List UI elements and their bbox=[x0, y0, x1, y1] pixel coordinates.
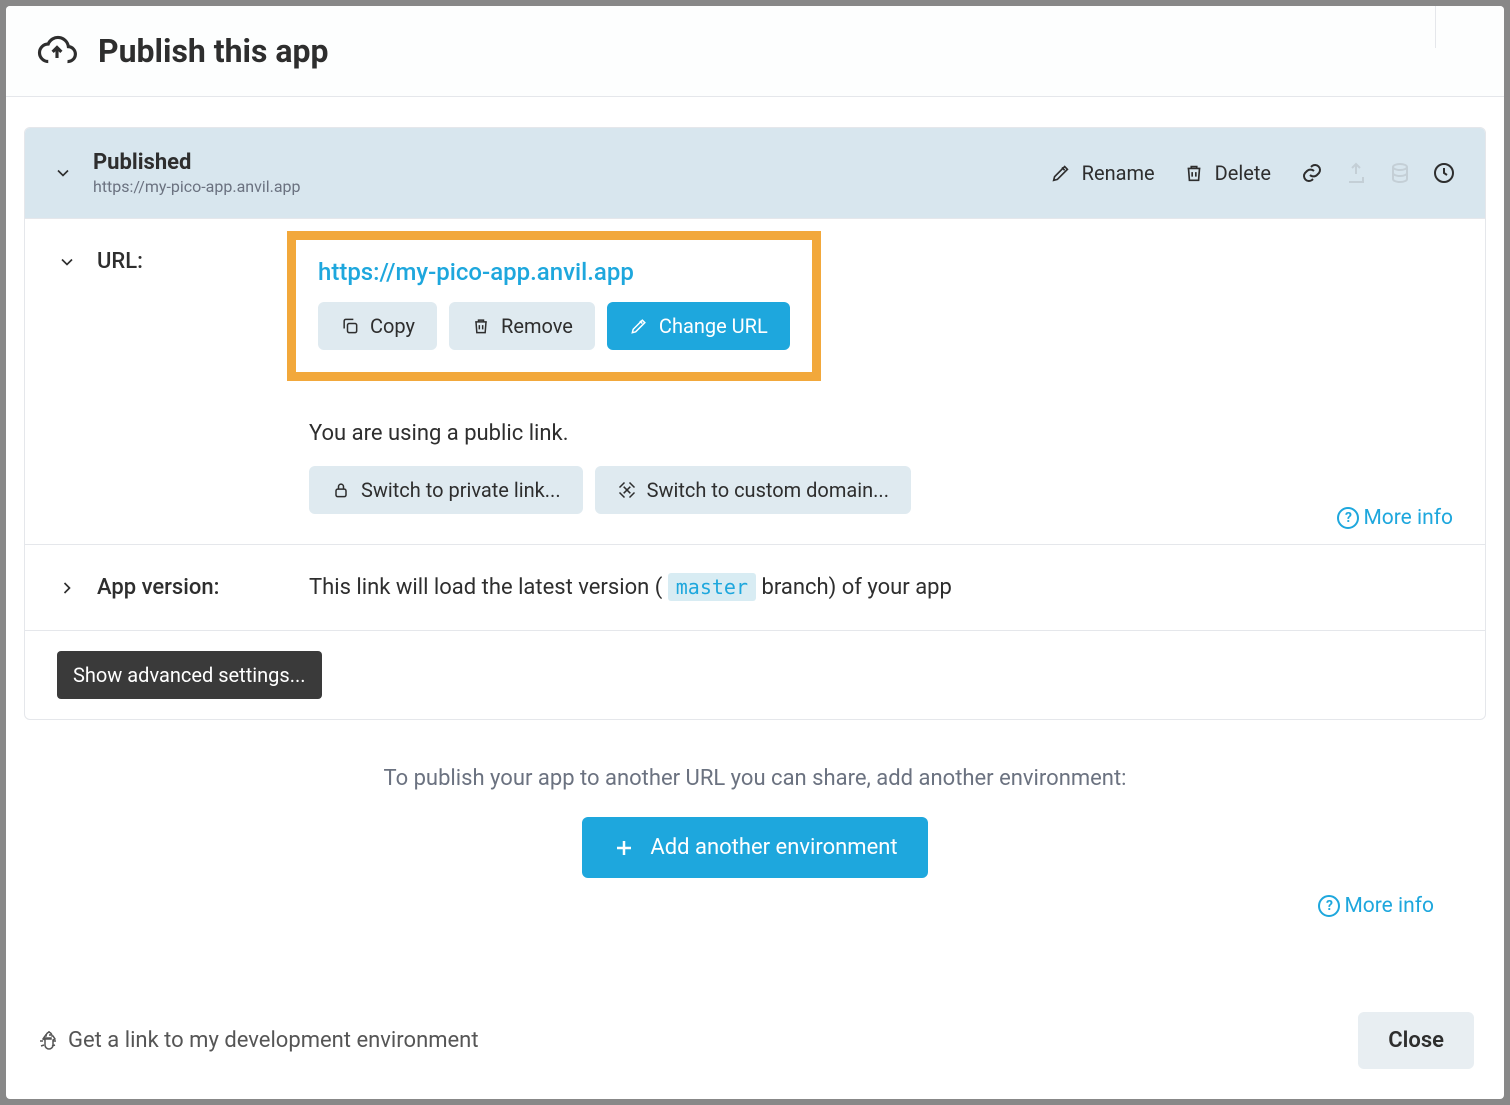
remove-button[interactable]: Remove bbox=[449, 302, 595, 350]
env-actions: Rename Delete bbox=[1050, 160, 1457, 186]
env-icon-row bbox=[1299, 160, 1457, 186]
environment-panel: Published https://my-pico-app.anvil.app … bbox=[24, 127, 1486, 720]
modal-title: Publish this app bbox=[98, 32, 329, 70]
version-label: App version: bbox=[97, 575, 219, 600]
modal-body: Published https://my-pico-app.anvil.app … bbox=[6, 97, 1504, 990]
version-pre: This link will load the latest version ( bbox=[309, 575, 662, 600]
question-icon: ? bbox=[1337, 507, 1359, 529]
modal-footer: Get a link to my development environment… bbox=[6, 990, 1504, 1099]
link-icon[interactable] bbox=[1299, 160, 1325, 186]
delete-label: Delete bbox=[1215, 161, 1271, 185]
version-text: This link will load the latest version (… bbox=[309, 575, 952, 600]
dev-link-label: Get a link to my development environment bbox=[68, 1028, 479, 1053]
url-section: URL: https://my-pico-app.anvil.app Copy bbox=[25, 218, 1485, 544]
database-icon bbox=[1387, 160, 1413, 186]
add-environment-button[interactable]: Add another environment bbox=[582, 817, 927, 878]
url-label: URL: bbox=[97, 249, 143, 274]
url-highlight: https://my-pico-app.anvil.app Copy Remov… bbox=[287, 231, 821, 381]
question-icon: ? bbox=[1318, 895, 1340, 917]
switch-private-label: Switch to private link... bbox=[361, 478, 561, 502]
branch-name: master bbox=[668, 573, 756, 601]
version-section: App version: This link will load the lat… bbox=[25, 544, 1485, 630]
change-url-label: Change URL bbox=[659, 314, 768, 338]
switch-domain-button[interactable]: Switch to custom domain... bbox=[595, 466, 911, 514]
add-env-section: To publish your app to another URL you c… bbox=[24, 766, 1486, 918]
version-post: branch) of your app bbox=[761, 575, 951, 600]
close-icon[interactable] bbox=[1435, 6, 1504, 48]
delete-button[interactable]: Delete bbox=[1183, 161, 1271, 185]
env-title-wrap: Published https://my-pico-app.anvil.app bbox=[93, 150, 301, 196]
env-status: Published bbox=[93, 150, 301, 175]
change-url-button[interactable]: Change URL bbox=[607, 302, 790, 350]
rename-button[interactable]: Rename bbox=[1050, 161, 1155, 185]
chevron-right-icon[interactable] bbox=[57, 578, 77, 598]
more-info-link[interactable]: ? More info bbox=[1337, 506, 1453, 530]
cloud-upload-icon bbox=[36, 30, 78, 72]
env-url-subtitle: https://my-pico-app.anvil.app bbox=[93, 177, 301, 196]
chevron-down-icon[interactable] bbox=[57, 252, 77, 272]
add-env-label: Add another environment bbox=[650, 835, 897, 860]
close-button[interactable]: Close bbox=[1358, 1012, 1474, 1069]
rename-label: Rename bbox=[1082, 161, 1155, 185]
chevron-down-icon bbox=[53, 163, 73, 183]
advanced-wrapper: Show advanced settings... bbox=[25, 630, 1485, 719]
more-info-label: More info bbox=[1363, 506, 1453, 530]
upload-icon bbox=[1343, 160, 1369, 186]
more-info-link-lower[interactable]: ? More info bbox=[1318, 894, 1434, 918]
copy-label: Copy bbox=[370, 314, 415, 338]
copy-button[interactable]: Copy bbox=[318, 302, 437, 350]
more-info-label-lower: More info bbox=[1344, 894, 1434, 918]
modal-header: Publish this app bbox=[6, 6, 1504, 97]
public-link-text: You are using a public link. bbox=[309, 421, 1453, 446]
app-url[interactable]: https://my-pico-app.anvil.app bbox=[318, 258, 790, 286]
advanced-settings-button[interactable]: Show advanced settings... bbox=[57, 651, 322, 699]
dev-environment-link[interactable]: Get a link to my development environment bbox=[36, 1028, 479, 1053]
switch-domain-label: Switch to custom domain... bbox=[647, 478, 889, 502]
switch-private-button[interactable]: Switch to private link... bbox=[309, 466, 583, 514]
environment-header[interactable]: Published https://my-pico-app.anvil.app … bbox=[25, 128, 1485, 218]
add-env-text: To publish your app to another URL you c… bbox=[24, 766, 1486, 791]
remove-label: Remove bbox=[501, 314, 573, 338]
publish-modal: Publish this app Published https://my-pi… bbox=[6, 6, 1504, 1099]
history-icon[interactable] bbox=[1431, 160, 1457, 186]
